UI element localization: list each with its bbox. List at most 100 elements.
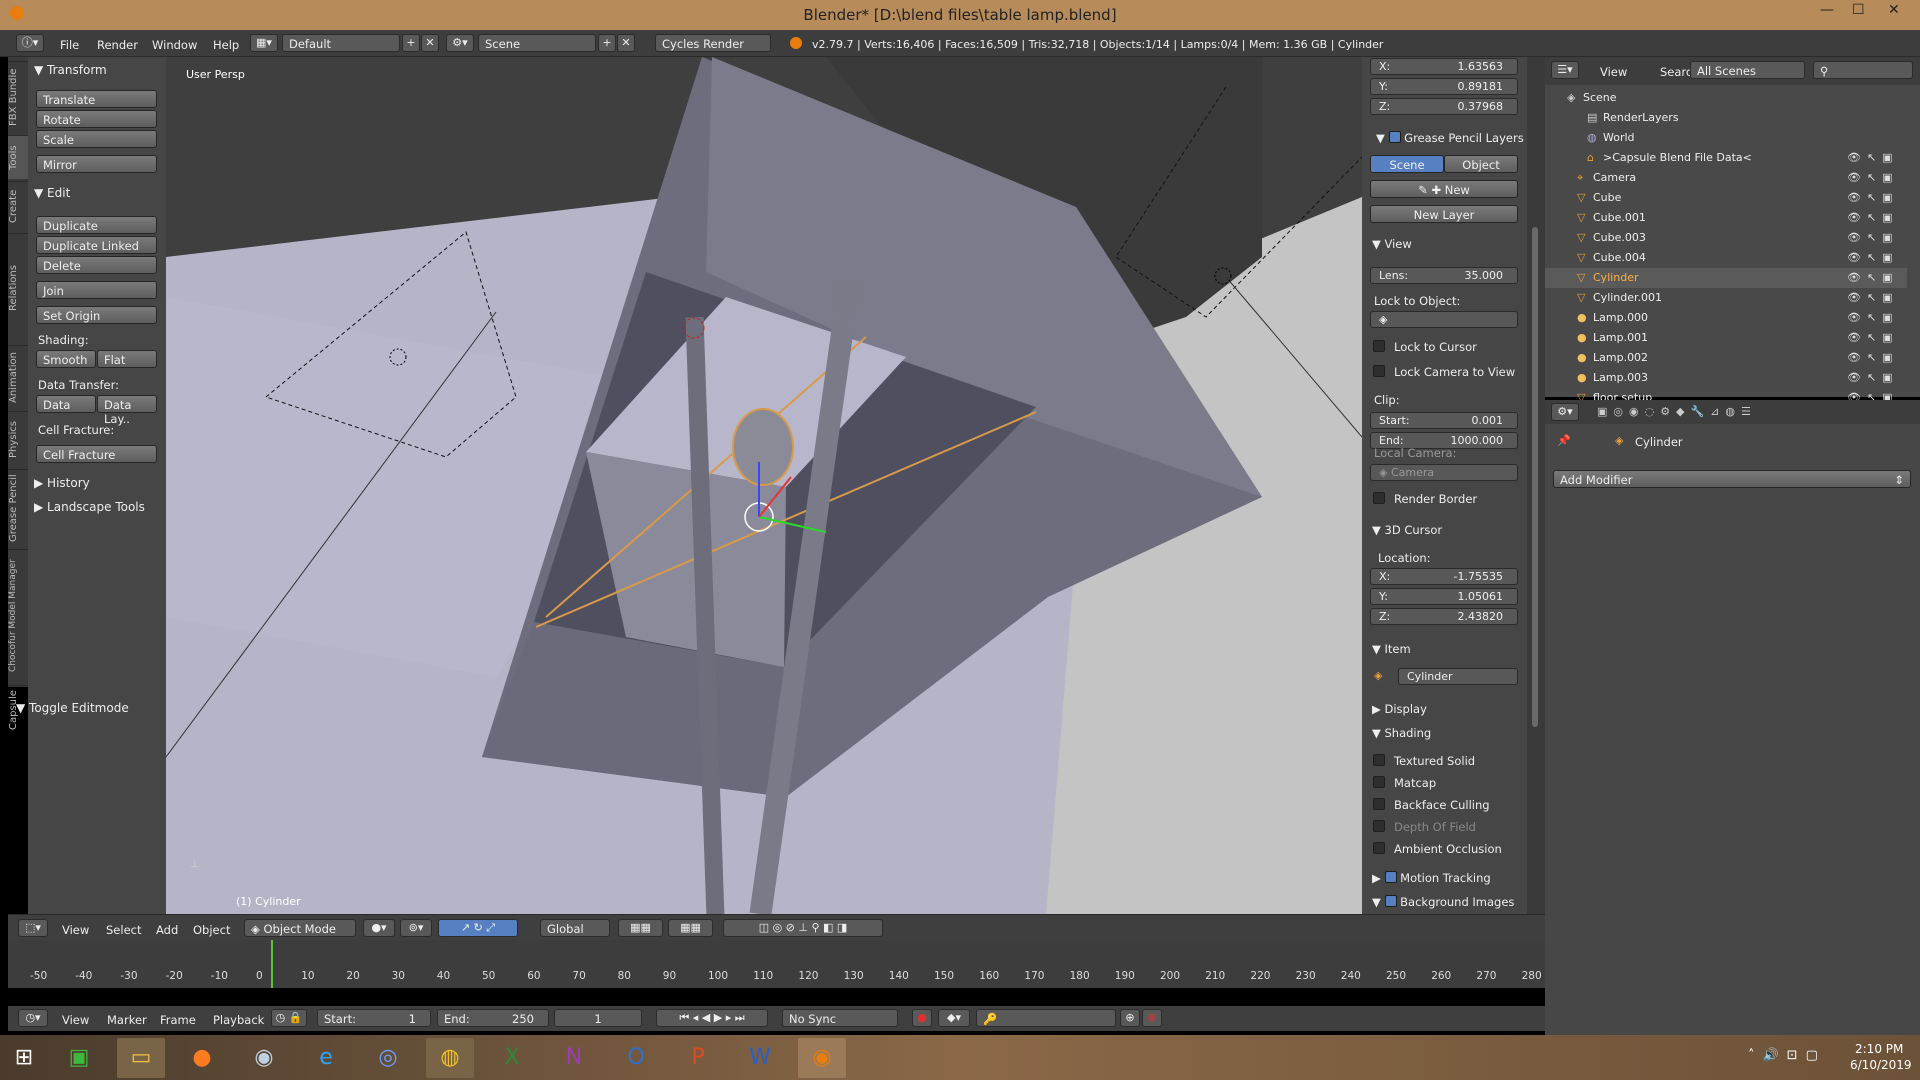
lock-to-cursor-checkbox[interactable] <box>1373 340 1385 352</box>
tab-scene[interactable]: Scene <box>1370 155 1444 173</box>
toggle-editmode-header[interactable]: ▼ Toggle Editmode <box>16 701 129 715</box>
location-z-field[interactable]: Z: 0.37968 <box>1370 98 1518 115</box>
visibility-toggle-icons[interactable]: 👁↖▣ <box>1847 331 1899 344</box>
properties-editor-icon[interactable]: ⚙▾ <box>1551 403 1579 421</box>
visibility-toggle-icons[interactable]: 👁↖▣ <box>1847 191 1899 204</box>
outliner-view-menu[interactable]: View <box>1600 65 1627 79</box>
playback-controls[interactable]: ⏮ ◂ ◀ ▶ ▸ ⏭ <box>656 1009 768 1027</box>
file-explorer-icon[interactable]: ▭ <box>117 1038 165 1078</box>
background-images-header[interactable]: ▼ Background Images <box>1372 894 1514 909</box>
item-header[interactable]: ▼ Item <box>1372 642 1411 656</box>
visibility-toggle-icons[interactable]: 👁↖▣ <box>1847 231 1899 244</box>
timeline[interactable]: -50 -40 -30 -20 -10 0 10 20 30 40 50 60 70 80 90 100 110… <box>8 940 1545 988</box>
chromium-icon[interactable]: ◎ <box>364 1038 412 1078</box>
menu-help[interactable]: Help <box>213 38 239 52</box>
outliner-filter-select[interactable]: All Scenes <box>1690 61 1805 79</box>
tab-tools[interactable]: Tools <box>8 135 28 179</box>
pivot-point-button[interactable]: ⊚▾ <box>400 919 432 937</box>
3d-cursor-header[interactable]: ▼ 3D Cursor <box>1372 523 1442 537</box>
end-frame-field[interactable]: End: 250 <box>437 1009 549 1027</box>
timeline-menu-frame[interactable]: Frame <box>160 1013 196 1027</box>
render-preview-icons[interactable]: ◫ ◎ ⊘ ⊥ ⚲ ◧ ◨ <box>723 919 883 937</box>
new-grease-button[interactable]: ✎ ✚ New <box>1370 180 1518 198</box>
history-panel-header[interactable]: ▶ History <box>34 476 90 490</box>
translate-button[interactable]: Translate <box>36 90 157 108</box>
visibility-toggle-icons[interactable]: 👁↖▣ <box>1847 291 1899 304</box>
maximize-button[interactable]: ☐ <box>1852 2 1865 18</box>
onenote-icon[interactable]: N <box>550 1038 598 1078</box>
outliner-item[interactable]: ▽ Cube.004 👁↖▣ <box>1545 248 1907 268</box>
tab-object[interactable]: Object <box>1444 155 1518 173</box>
location-x-field[interactable]: X: 1.63563 <box>1370 58 1518 75</box>
delete-keyframe-button[interactable]: ⊗ <box>1142 1009 1162 1027</box>
menu-select[interactable]: Select <box>106 923 141 937</box>
tab-create[interactable]: Create <box>8 181 28 231</box>
outliner-item[interactable]: ● Lamp.001 👁↖▣ <box>1545 328 1907 348</box>
keying-set-field[interactable]: 🔑 <box>976 1009 1116 1027</box>
layers-grid-2[interactable]: ▦▦ <box>668 919 713 937</box>
3d-viewport[interactable]: User Persp ⊥ (1) Cylinder <box>166 57 1362 914</box>
lock-camera-checkbox[interactable] <box>1373 365 1385 377</box>
current-frame-field[interactable]: 1 <box>554 1009 642 1027</box>
lens-field[interactable]: Lens: 35.000 <box>1370 267 1518 284</box>
word-icon[interactable]: W <box>736 1038 784 1078</box>
remove-scene-button[interactable]: ✕ <box>617 34 635 52</box>
shading-header[interactable]: ▼ Shading <box>1372 726 1431 740</box>
system-tray-icons[interactable]: ˄🔊⊡▢ <box>1748 1048 1826 1063</box>
transform-panel-header[interactable]: ▼ Transform <box>34 63 107 77</box>
cursor-x-field[interactable]: X: -1.75535 <box>1370 568 1518 585</box>
editor-type-info-icon[interactable]: ⓘ▾ <box>16 34 44 52</box>
store-icon[interactable]: ▣ <box>55 1038 103 1078</box>
visibility-toggle-icons[interactable]: 👁↖▣ <box>1847 371 1899 384</box>
scale-button[interactable]: Scale <box>36 130 157 148</box>
outliner-item[interactable]: ▤ RenderLayers <box>1545 108 1907 128</box>
tab-fbx-bundle[interactable]: FBX Bundle <box>8 61 28 133</box>
grease-pencil-header[interactable]: ▼ Grease Pencil Layers <box>1376 130 1524 145</box>
n-panel-scrollbar[interactable] <box>1527 57 1545 914</box>
menu-view[interactable]: View <box>62 923 89 937</box>
local-camera-field[interactable]: ◈ Camera <box>1370 464 1518 481</box>
visibility-toggle-icons[interactable]: 👁↖▣ <box>1847 251 1899 264</box>
menu-render[interactable]: Render <box>97 38 138 52</box>
outliner-item[interactable]: ▽ Cylinder.001 👁↖▣ <box>1545 288 1907 308</box>
rotate-button[interactable]: Rotate <box>36 110 157 128</box>
cursor-z-field[interactable]: Z: 2.43820 <box>1370 608 1518 625</box>
item-name-field[interactable]: Cylinder <box>1398 668 1518 685</box>
visibility-toggle-icons[interactable]: 👁↖▣ <box>1847 271 1899 284</box>
taskbar-time[interactable]: 2:10 PM <box>1855 1042 1903 1056</box>
record-button[interactable]: ● <box>912 1009 932 1027</box>
outliner-item[interactable]: ▽ Cylinder 👁↖▣ <box>1545 268 1907 288</box>
tab-relations[interactable]: Relations <box>8 233 28 343</box>
outliner-item[interactable]: ● Lamp.002 👁↖▣ <box>1545 348 1907 368</box>
start-frame-field[interactable]: Start: 1 <box>317 1009 431 1027</box>
excel-icon[interactable]: X <box>488 1038 536 1078</box>
matcap-checkbox[interactable] <box>1373 776 1385 788</box>
steam-icon[interactable]: ◉ <box>240 1038 288 1078</box>
motion-tracking-header[interactable]: ▶ Motion Tracking <box>1372 870 1491 885</box>
scene-field[interactable]: Scene <box>478 34 596 52</box>
remove-layout-button[interactable]: ✕ <box>421 34 439 52</box>
timeline-menu-playback[interactable]: Playback <box>213 1013 264 1027</box>
insert-keyframe-button[interactable]: ⊕ <box>1120 1009 1140 1027</box>
duplicate-button[interactable]: Duplicate <box>36 216 157 234</box>
outliner-search-input[interactable]: ⚲ <box>1813 61 1913 79</box>
visibility-toggle-icons[interactable]: 👁↖▣ <box>1847 151 1899 164</box>
editor-type-timeline-icon[interactable]: ◷▾ <box>18 1009 48 1027</box>
outliner-item[interactable]: ▽ Cube.001 👁↖▣ <box>1545 208 1907 228</box>
blender-taskbar-icon[interactable]: ◉ <box>798 1038 846 1078</box>
orientation-select[interactable]: Global <box>540 919 610 937</box>
textured-solid-checkbox[interactable] <box>1373 754 1385 766</box>
sync-select[interactable]: No Sync <box>782 1009 898 1027</box>
scene-icon[interactable]: ⚙▾ <box>446 34 474 52</box>
chrome-icon[interactable]: ◍ <box>426 1038 474 1078</box>
outliner-editor-icon[interactable]: ☰▾ <box>1551 61 1579 79</box>
outlook-icon[interactable]: O <box>612 1038 660 1078</box>
landscape-panel-header[interactable]: ▶ Landscape Tools <box>34 500 145 514</box>
location-y-field[interactable]: Y: 0.89181 <box>1370 78 1518 95</box>
visibility-toggle-icons[interactable]: 👁↖▣ <box>1847 351 1899 364</box>
view-header[interactable]: ▼ View <box>1372 237 1412 251</box>
edge-icon[interactable]: e <box>302 1038 350 1078</box>
cursor-y-field[interactable]: Y: 1.05061 <box>1370 588 1518 605</box>
join-button[interactable]: Join <box>36 281 157 299</box>
mode-select[interactable]: ◈ Object Mode <box>244 919 356 937</box>
